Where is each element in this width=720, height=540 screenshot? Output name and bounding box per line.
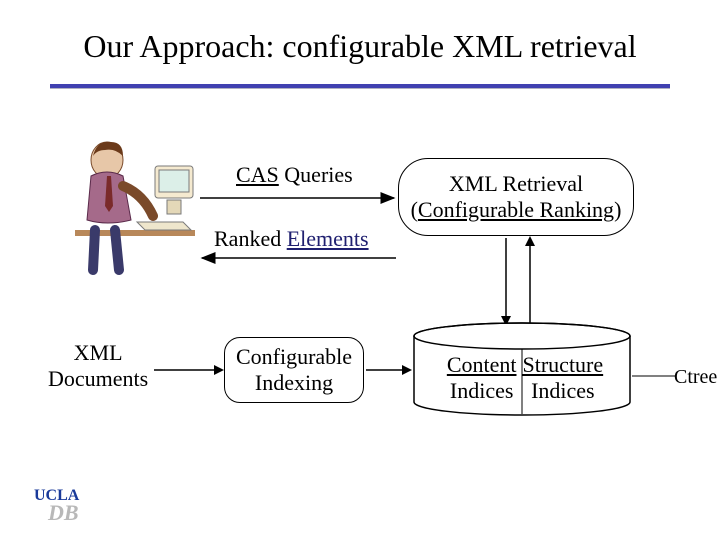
queries-word: Queries <box>279 162 353 187</box>
ctree-label: Ctree <box>674 366 717 389</box>
xml-documents-label: XML Documents <box>48 340 148 392</box>
configurable-ranking-phrase: Configurable Ranking <box>418 197 614 222</box>
indices-word-right: Indices <box>531 378 595 403</box>
arrow-retrieval-to-ranked <box>198 252 398 264</box>
paren-close: ) <box>614 197 621 222</box>
arrow-docs-to-indexing <box>152 364 224 376</box>
elements-word: Elements <box>287 226 369 251</box>
database-contents: Content Indices Structure Indices <box>420 352 630 404</box>
structure-indices-label: Structure Indices <box>523 352 604 404</box>
indices-word-left: Indices <box>450 378 514 403</box>
cas-queries-label: CAS Queries <box>236 162 353 188</box>
arrow-queries-to-retrieval <box>198 192 398 204</box>
retrieval-line2: (Configurable Ranking) <box>399 197 633 223</box>
connector-db-to-ctree <box>632 372 676 380</box>
content-indices-label: Content Indices <box>447 352 517 404</box>
content-word: Content <box>447 352 517 377</box>
retrieval-line1: XML Retrieval <box>399 171 633 197</box>
paren-open: ( <box>411 197 418 222</box>
xml-docs-line1: XML <box>48 340 148 366</box>
xml-docs-line2: Documents <box>48 366 148 392</box>
page-title: Our Approach: configurable XML retrieval <box>0 28 720 65</box>
configurable-indexing-box: Configurable Indexing <box>224 337 364 403</box>
arrow-retrieval-to-db-down <box>498 236 514 326</box>
user-at-computer-icon <box>65 130 195 280</box>
logo-db-text: DB <box>47 500 79 524</box>
cas-word: CAS <box>236 162 279 187</box>
arrow-indexing-to-db <box>364 364 412 376</box>
xml-retrieval-box: XML Retrieval (Configurable Ranking) <box>398 158 634 236</box>
arrow-db-to-retrieval-up <box>522 236 538 326</box>
ucla-db-logo-icon: UCLA DB <box>34 484 104 524</box>
indexing-line1: Configurable <box>225 344 363 370</box>
structure-word: Structure <box>523 352 604 377</box>
ranked-elements-label: Ranked Elements <box>214 226 369 252</box>
ranked-word: Ranked <box>214 226 287 251</box>
title-underline <box>50 84 670 89</box>
indexing-line2: Indexing <box>225 370 363 396</box>
